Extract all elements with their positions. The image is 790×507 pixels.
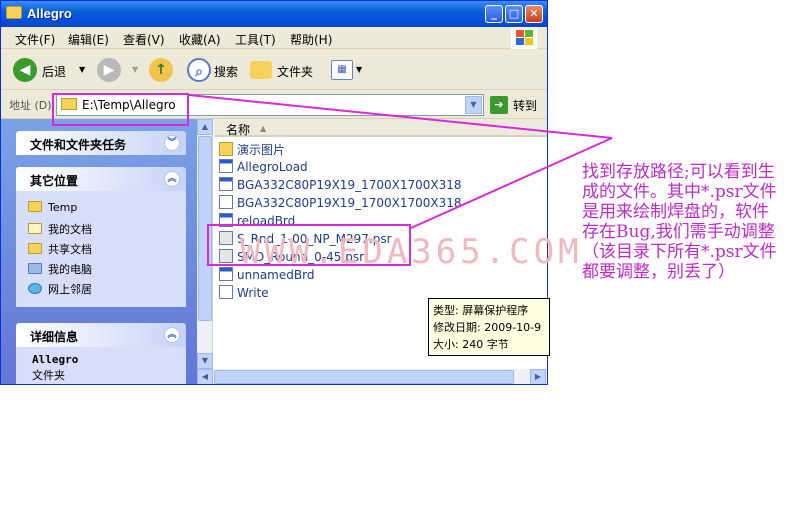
tooltip-size: 大小: 240 字节: [433, 338, 509, 351]
annotation-line-address: [188, 94, 613, 139]
annotation-note: 找到存放路径;可以看到生成的文件。其中*.psr文件是用来绘制焊盘的，软件存在B…: [582, 162, 777, 282]
tooltip-date: 修改日期: 2009-10-9: [433, 321, 542, 334]
file-tooltip: 类型: 屏幕保护程序 修改日期: 2009-10-9 大小: 240 字节: [428, 298, 550, 356]
tooltip-type: 类型: 屏幕保护程序: [433, 304, 529, 317]
watermark: WWW.EDA365.COM: [240, 232, 583, 272]
